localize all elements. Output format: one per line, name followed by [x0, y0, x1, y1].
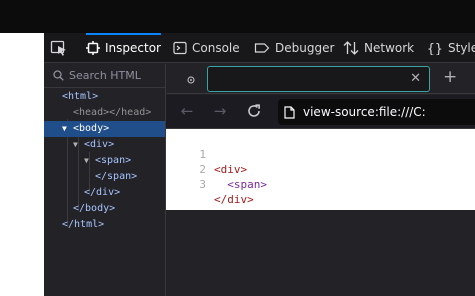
node-label: <div> — [84, 139, 115, 150]
tab-label: Console — [192, 41, 240, 55]
tree-node-div[interactable]: ▼ <div> — [44, 137, 165, 153]
reload-icon[interactable] — [246, 103, 262, 119]
gear-icon[interactable] — [185, 71, 197, 90]
tab-label: Style — [448, 41, 475, 55]
svg-text:{}: {} — [427, 42, 443, 55]
source-view: 1 <div> 2 <span> 3 </div> — [166, 130, 475, 210]
search-html-input[interactable]: Search HTML — [44, 64, 165, 88]
clear-filter-icon[interactable]: ✕ — [410, 71, 421, 87]
tree-node-body[interactable]: ▼ <body> — [44, 121, 165, 137]
address-bar[interactable]: view-source:file:///C: — [278, 99, 475, 125]
tab-label: Debugger — [275, 41, 335, 55]
rules-toolbar: ✕ + — [167, 64, 475, 94]
tab-inspector[interactable]: Inspector — [86, 33, 161, 63]
node-label: </html> — [62, 219, 105, 230]
source-code: </div> — [214, 193, 254, 206]
browser-toolbar: ← → view-source:file:///C: — [166, 95, 475, 129]
window-top-bar — [0, 0, 475, 33]
tab-label: Network — [364, 41, 415, 55]
debugger-icon — [254, 43, 270, 53]
node-label: <span> — [95, 155, 132, 166]
console-icon — [173, 41, 187, 55]
expand-arrow-icon[interactable]: ▼ — [62, 121, 67, 137]
node-label: <html> — [62, 91, 99, 102]
url-text: view-source:file:///C: — [303, 105, 426, 119]
page-icon — [284, 105, 295, 119]
markup-pane: Search HTML <html> <head></head> ▼ <body>… — [44, 64, 166, 296]
tree-node-div-close[interactable]: </div> — [44, 185, 165, 201]
tab-debugger[interactable]: Debugger — [254, 33, 334, 63]
tab-console[interactable]: Console — [173, 33, 240, 63]
source-line: 1 <div> — [166, 132, 475, 176]
devtools-toolbar: Inspector Console Debugger Network {} St… — [44, 33, 475, 63]
tab-style-editor[interactable]: {} Style — [427, 33, 475, 63]
expand-arrow-icon[interactable]: ▼ — [73, 137, 78, 153]
node-label: <head></head> — [73, 107, 152, 118]
back-arrow-icon[interactable]: ← — [179, 103, 195, 119]
tree-node-span[interactable]: ▼ <span> — [44, 153, 165, 169]
node-label: </div> — [84, 187, 121, 198]
element-picker-icon[interactable] — [50, 40, 68, 56]
source-line: 3 </div> — [166, 162, 475, 206]
view-source-window: ← → view-source:file:///C: 1 <div> 2 <sp… — [166, 95, 475, 210]
node-label: </body> — [73, 203, 116, 214]
search-placeholder: Search HTML — [69, 69, 141, 82]
source-code: <span> — [214, 178, 267, 191]
expand-arrow-icon[interactable]: ▼ — [84, 153, 89, 169]
node-label: <body> — [73, 123, 110, 134]
tree-node-head[interactable]: <head></head> — [44, 105, 165, 121]
tree-node-html-close[interactable]: </html> — [44, 217, 165, 233]
network-icon — [343, 41, 359, 55]
tree-node-body-close[interactable]: </body> — [44, 201, 165, 217]
inspector-icon — [86, 41, 100, 55]
page-content-area — [0, 33, 44, 296]
forward-arrow-icon[interactable]: → — [212, 103, 228, 119]
add-rule-button[interactable]: + — [443, 68, 457, 86]
markup-tree: <html> <head></head> ▼ <body> ▼ <div> ▼ <sp… — [44, 89, 165, 233]
source-line: 2 <span> — [166, 147, 475, 191]
line-number: 3 — [199, 178, 206, 191]
tree-node-span-close[interactable]: </span> — [44, 169, 165, 185]
filter-styles-input[interactable]: ✕ — [207, 66, 430, 92]
style-editor-icon: {} — [427, 42, 443, 55]
tab-network[interactable]: Network — [343, 33, 414, 63]
tab-label: Inspector — [105, 41, 161, 55]
tree-node-html[interactable]: <html> — [44, 89, 165, 105]
search-icon — [53, 70, 64, 81]
node-label: </span> — [95, 171, 138, 182]
